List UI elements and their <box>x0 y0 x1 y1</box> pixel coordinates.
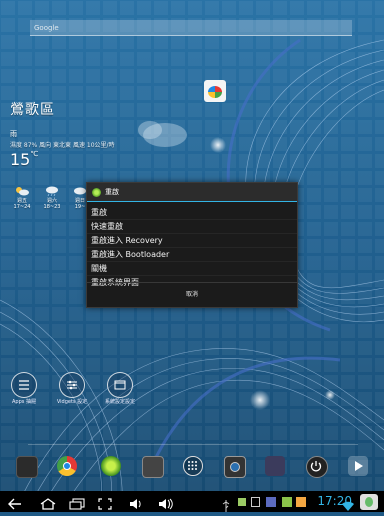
weather-details: 濕度 87% 風向 東北東 風速 10公里/時 <box>10 142 115 149</box>
play-store-icon[interactable] <box>348 456 368 476</box>
forecast-day-label: 週五 <box>16 198 27 204</box>
forecast-range: 17~24 <box>13 204 31 210</box>
settings-app-icon[interactable] <box>265 456 285 476</box>
green-sphere-app-icon[interactable] <box>101 456 121 476</box>
sliders-icon <box>59 372 85 398</box>
camera-lens-icon[interactable] <box>224 456 246 478</box>
cancel-button[interactable]: 取消 <box>87 282 297 307</box>
window-icon <box>107 372 133 398</box>
desktop-shortcut[interactable] <box>201 80 229 102</box>
recent-apps-icon[interactable] <box>69 495 85 514</box>
widgets-shortcut[interactable]: Vidgets 設定 <box>52 372 92 405</box>
option-reboot[interactable]: 重啟 <box>87 206 297 220</box>
temperature-unit: ℃ <box>30 150 39 158</box>
sd-card-icon <box>251 497 260 507</box>
option-power-off[interactable]: 關機 <box>87 262 297 276</box>
dialog-title: 重啟 <box>105 188 119 196</box>
app-drawer-icon[interactable] <box>183 456 203 476</box>
weather-condition: 雨 <box>10 130 17 138</box>
settings-shortcut[interactable]: 系統設定設定 <box>100 372 140 405</box>
option-quick-reboot[interactable]: 快速重啟 <box>87 220 297 234</box>
weather-city: 鶯歌區 <box>10 102 55 118</box>
cloudy-sun-icon <box>14 186 30 196</box>
user-avatar-icon[interactable] <box>360 494 378 510</box>
reboot-dialog: 重啟 重啟 快速重啟 重啟進入 Recovery 重啟進入 Bootloader… <box>86 182 298 308</box>
home-icon[interactable] <box>40 495 56 514</box>
usb-icon <box>222 497 230 516</box>
file-manager-icon[interactable] <box>16 456 38 478</box>
android-icon <box>92 187 101 197</box>
shortcut-app-icon <box>204 80 226 102</box>
option-reboot-bootloader[interactable]: 重啟進入 Bootloader <box>87 248 297 262</box>
dialog-header: 重啟 <box>87 183 297 202</box>
widgets-label: Vidgets 設定 <box>56 399 88 405</box>
list-icon <box>11 372 37 398</box>
rain-cloud-icon <box>44 186 60 197</box>
forecast-day-1: 週五 17~24 <box>10 186 34 210</box>
camera-icon[interactable] <box>142 456 164 478</box>
settings-label: 系統設定設定 <box>104 399 135 405</box>
option-reboot-recovery[interactable]: 重啟進入 Recovery <box>87 234 297 248</box>
forecast-range: 18~23 <box>43 204 61 210</box>
apps-drawer-label: Apps 抽屜 <box>12 399 36 405</box>
volume-icon[interactable] <box>129 495 143 514</box>
forecast-day-2: 週六 18~23 <box>40 186 64 210</box>
screenshot-icon[interactable] <box>98 495 112 514</box>
forecast-day-label: 週六 <box>46 198 57 204</box>
chrome-icon[interactable] <box>57 456 77 476</box>
weather-temperature: 15℃ <box>10 150 39 169</box>
back-icon[interactable] <box>8 495 22 514</box>
google-search-bar[interactable]: Google <box>30 20 352 36</box>
dock-divider <box>28 444 358 445</box>
power-icon[interactable] <box>306 456 328 478</box>
apps-drawer-shortcut[interactable]: Apps 抽屜 <box>4 372 44 405</box>
green-notification-icon <box>282 497 292 507</box>
android-notification-icon <box>238 498 246 506</box>
wifi-icon <box>342 496 354 515</box>
app-notification-icon <box>266 497 276 507</box>
orange-notification-icon <box>296 497 306 507</box>
volume-up-icon[interactable] <box>158 495 174 514</box>
